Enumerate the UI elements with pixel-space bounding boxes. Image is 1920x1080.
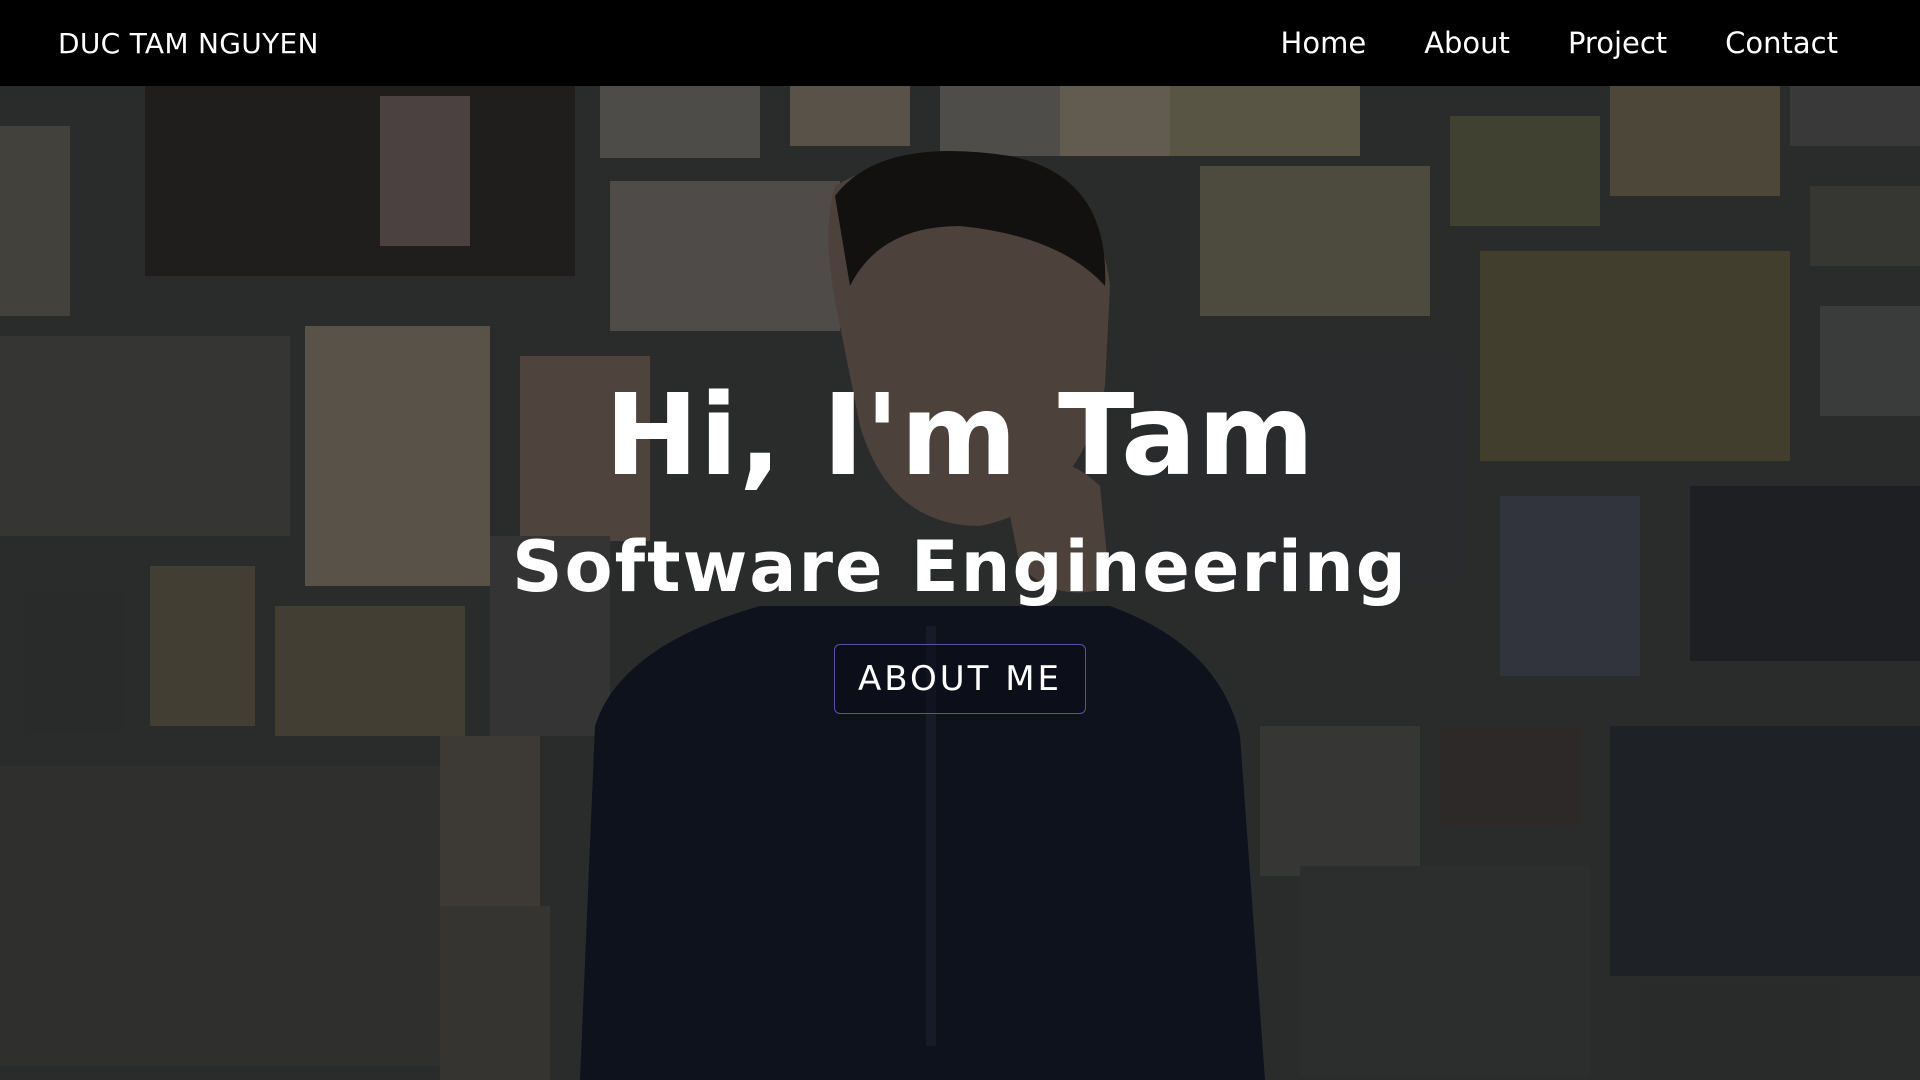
nav-link-home[interactable]: Home [1281,26,1367,60]
hero-title: Hi, I'm Tam [604,371,1316,501]
about-me-button[interactable]: ABOUT ME [834,644,1086,714]
hero-content: Hi, I'm Tam Software Engineering ABOUT M… [0,86,1920,1080]
navbar: DUC TAM NGUYEN Home About Project Contac… [0,0,1920,86]
hero-section: Hi, I'm Tam Software Engineering ABOUT M… [0,86,1920,1080]
nav-link-contact[interactable]: Contact [1725,26,1838,60]
nav-link-project[interactable]: Project [1568,26,1667,60]
hero-subtitle: Software Engineering [512,526,1408,608]
brand-name[interactable]: DUC TAM NGUYEN [58,27,319,60]
nav-links: Home About Project Contact [1223,26,1838,60]
nav-link-about[interactable]: About [1424,26,1510,60]
